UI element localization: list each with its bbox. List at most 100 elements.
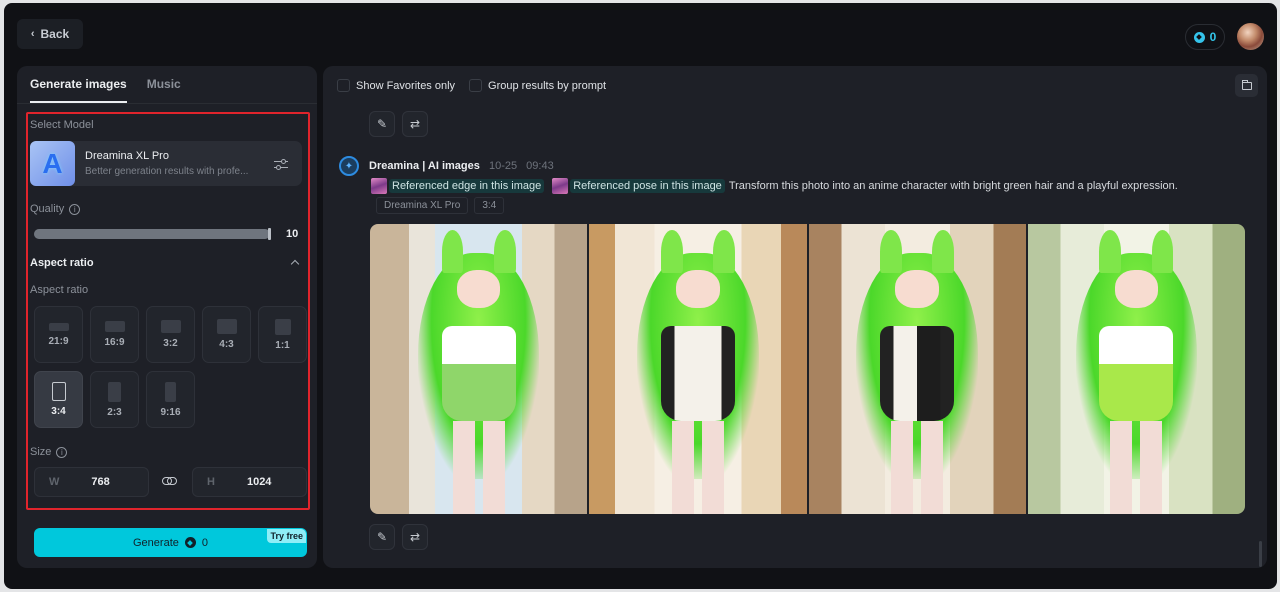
repeat-icon: ⇄ <box>409 117 421 131</box>
reference-chip-edge[interactable]: Referenced edge in this image <box>371 178 545 194</box>
results-scrollbar[interactable] <box>1259 541 1262 567</box>
group-by-prompt-label: Group results by prompt <box>488 79 607 92</box>
character-face <box>456 270 501 309</box>
aspect-ratio-label: 16:9 <box>104 337 125 348</box>
credits-badge[interactable]: 0 <box>1185 24 1225 50</box>
generate-cost: 0 <box>201 536 208 549</box>
folder-icon <box>1241 79 1252 90</box>
app-window: ‹ Back 0 Generate images Music Select Mo… <box>4 3 1277 589</box>
edit-prompt-button[interactable]: ✎ <box>369 524 395 550</box>
generate-button[interactable]: Generate 0 Try free <box>34 528 307 557</box>
info-icon[interactable]: i <box>69 203 81 215</box>
result-image-3[interactable] <box>808 224 1026 514</box>
height-value: 1024 <box>246 476 272 488</box>
model-settings-sliders-icon[interactable] <box>274 158 288 170</box>
aspect-ratio-option-21-9[interactable]: 21:9 <box>34 306 83 363</box>
aspect-ratio-label: 2:3 <box>107 406 122 418</box>
reference-thumbnail <box>371 178 387 194</box>
result-image-1[interactable] <box>370 224 588 514</box>
model-logo-icon: A <box>30 141 75 186</box>
size-text: Size <box>30 446 52 458</box>
quality-slider-handle[interactable] <box>268 228 271 240</box>
character-ear <box>493 229 516 274</box>
checkbox-box[interactable] <box>469 79 483 92</box>
character-ear <box>660 229 683 274</box>
quality-text: Quality <box>30 203 65 215</box>
aspect-ratio-option-1-1[interactable]: 1:1 <box>258 306 307 363</box>
aspect-ratio-shape-icon <box>165 381 176 402</box>
folder-button[interactable] <box>1235 74 1258 97</box>
aspect-ratio-label: 1:1 <box>275 339 290 351</box>
try-free-badge: Try free <box>267 529 306 543</box>
aspect-ratio-option-9-16[interactable]: 9:16 <box>146 371 195 428</box>
model-selector[interactable]: A Dreamina XL Pro Better generation resu… <box>30 141 302 186</box>
show-favorites-checkbox[interactable]: Show Favorites only <box>337 79 455 92</box>
back-button[interactable]: ‹ Back <box>17 19 83 49</box>
message-sender: Dreamina | AI images <box>369 160 480 172</box>
character-legs <box>452 421 505 514</box>
height-input[interactable]: H 1024 <box>192 467 307 497</box>
character-ear <box>713 229 735 274</box>
message-header: Dreamina | AI images 10-25 09:43 <box>369 160 554 172</box>
group-by-prompt-checkbox[interactable]: Group results by prompt <box>469 79 606 92</box>
character-legs <box>1110 421 1163 514</box>
regenerate-button[interactable]: ⇄ <box>402 524 428 550</box>
show-favorites-label: Show Favorites only <box>356 79 456 92</box>
checkbox-box[interactable] <box>337 79 350 92</box>
generate-label: Generate <box>133 536 179 549</box>
aspect-ratio-option-16-9[interactable]: 16:9 <box>90 306 139 363</box>
repeat-icon: ⇄ <box>409 530 421 544</box>
width-input[interactable]: W 768 <box>34 467 149 497</box>
result-image-4[interactable] <box>1027 224 1245 514</box>
aspect-ratio-shape-icon <box>216 319 237 334</box>
width-value: 768 <box>91 476 110 488</box>
character-face <box>1114 270 1159 309</box>
aspect-ratio-option-2-3[interactable]: 2:3 <box>90 371 139 428</box>
regenerate-button[interactable]: ⇄ <box>402 111 428 137</box>
character-face <box>676 270 720 309</box>
credit-coin-icon <box>1193 31 1205 43</box>
aspect-ratio-option-3-2[interactable]: 3:2 <box>146 306 195 363</box>
message-date: 10-25 <box>488 160 518 172</box>
user-avatar[interactable] <box>1237 23 1264 50</box>
pencil-icon: ✎ <box>376 530 388 544</box>
aspect-ratio-shape-icon <box>160 320 181 333</box>
aspect-ratio-shape-icon <box>48 322 69 331</box>
model-description: Better generation results with profe... <box>85 166 249 177</box>
link-aspect-icon[interactable] <box>162 477 177 485</box>
aspect-ratio-shape-icon <box>108 381 121 402</box>
aspect-ratio-label: 21:9 <box>48 335 69 347</box>
aspect-ratio-label: 3:4 <box>51 406 66 417</box>
aspect-ratio-option-4-3[interactable]: 4:3 <box>202 306 251 363</box>
pencil-icon: ✎ <box>376 117 388 131</box>
tab-generate-images[interactable]: Generate images <box>30 77 127 103</box>
back-label: Back <box>40 27 70 41</box>
credits-count: 0 <box>1209 30 1217 44</box>
reference-label: Referenced pose in this image <box>570 179 725 193</box>
aspect-ratio-section-title: Aspect ratio <box>30 257 94 269</box>
dreamina-bot-avatar: ✦ <box>339 156 359 176</box>
aspect-ratio-text: Aspect ratio <box>30 284 89 296</box>
select-model-text: Select Model <box>30 119 94 131</box>
chevron-up-icon[interactable] <box>290 259 300 269</box>
result-image-2[interactable] <box>589 224 807 514</box>
aspect-ratio-option-3-4[interactable]: 3:4 <box>34 371 83 428</box>
aspect-ratio-section-header[interactable]: Aspect ratio <box>30 257 300 269</box>
aspect-ratio-label: 4:3 <box>219 339 234 350</box>
tab-music[interactable]: Music <box>147 77 181 103</box>
aspect-ratio-label: 3:2 <box>163 338 178 349</box>
edit-prompt-button[interactable]: ✎ <box>369 111 395 137</box>
results-panel: Show Favorites only Group results by pro… <box>323 66 1267 568</box>
quality-value: 10 <box>286 228 299 240</box>
quality-slider[interactable] <box>34 228 271 240</box>
select-model-label: Select Model <box>30 119 94 131</box>
generation-tags: Dreamina XL Pro 3:4 <box>376 197 505 214</box>
results-gallery <box>370 224 1245 514</box>
reference-chip-pose[interactable]: Referenced pose in this image <box>552 178 725 194</box>
info-icon[interactable]: i <box>56 446 68 458</box>
character-outfit <box>441 325 516 422</box>
ratio-tag: 3:4 <box>474 197 505 214</box>
aspect-ratio-shape-icon <box>104 321 125 332</box>
generation-settings-panel: Generate images Music Select Model A Dre… <box>17 66 317 568</box>
prompt-row: Referenced edge in this image Referenced… <box>371 178 1178 194</box>
